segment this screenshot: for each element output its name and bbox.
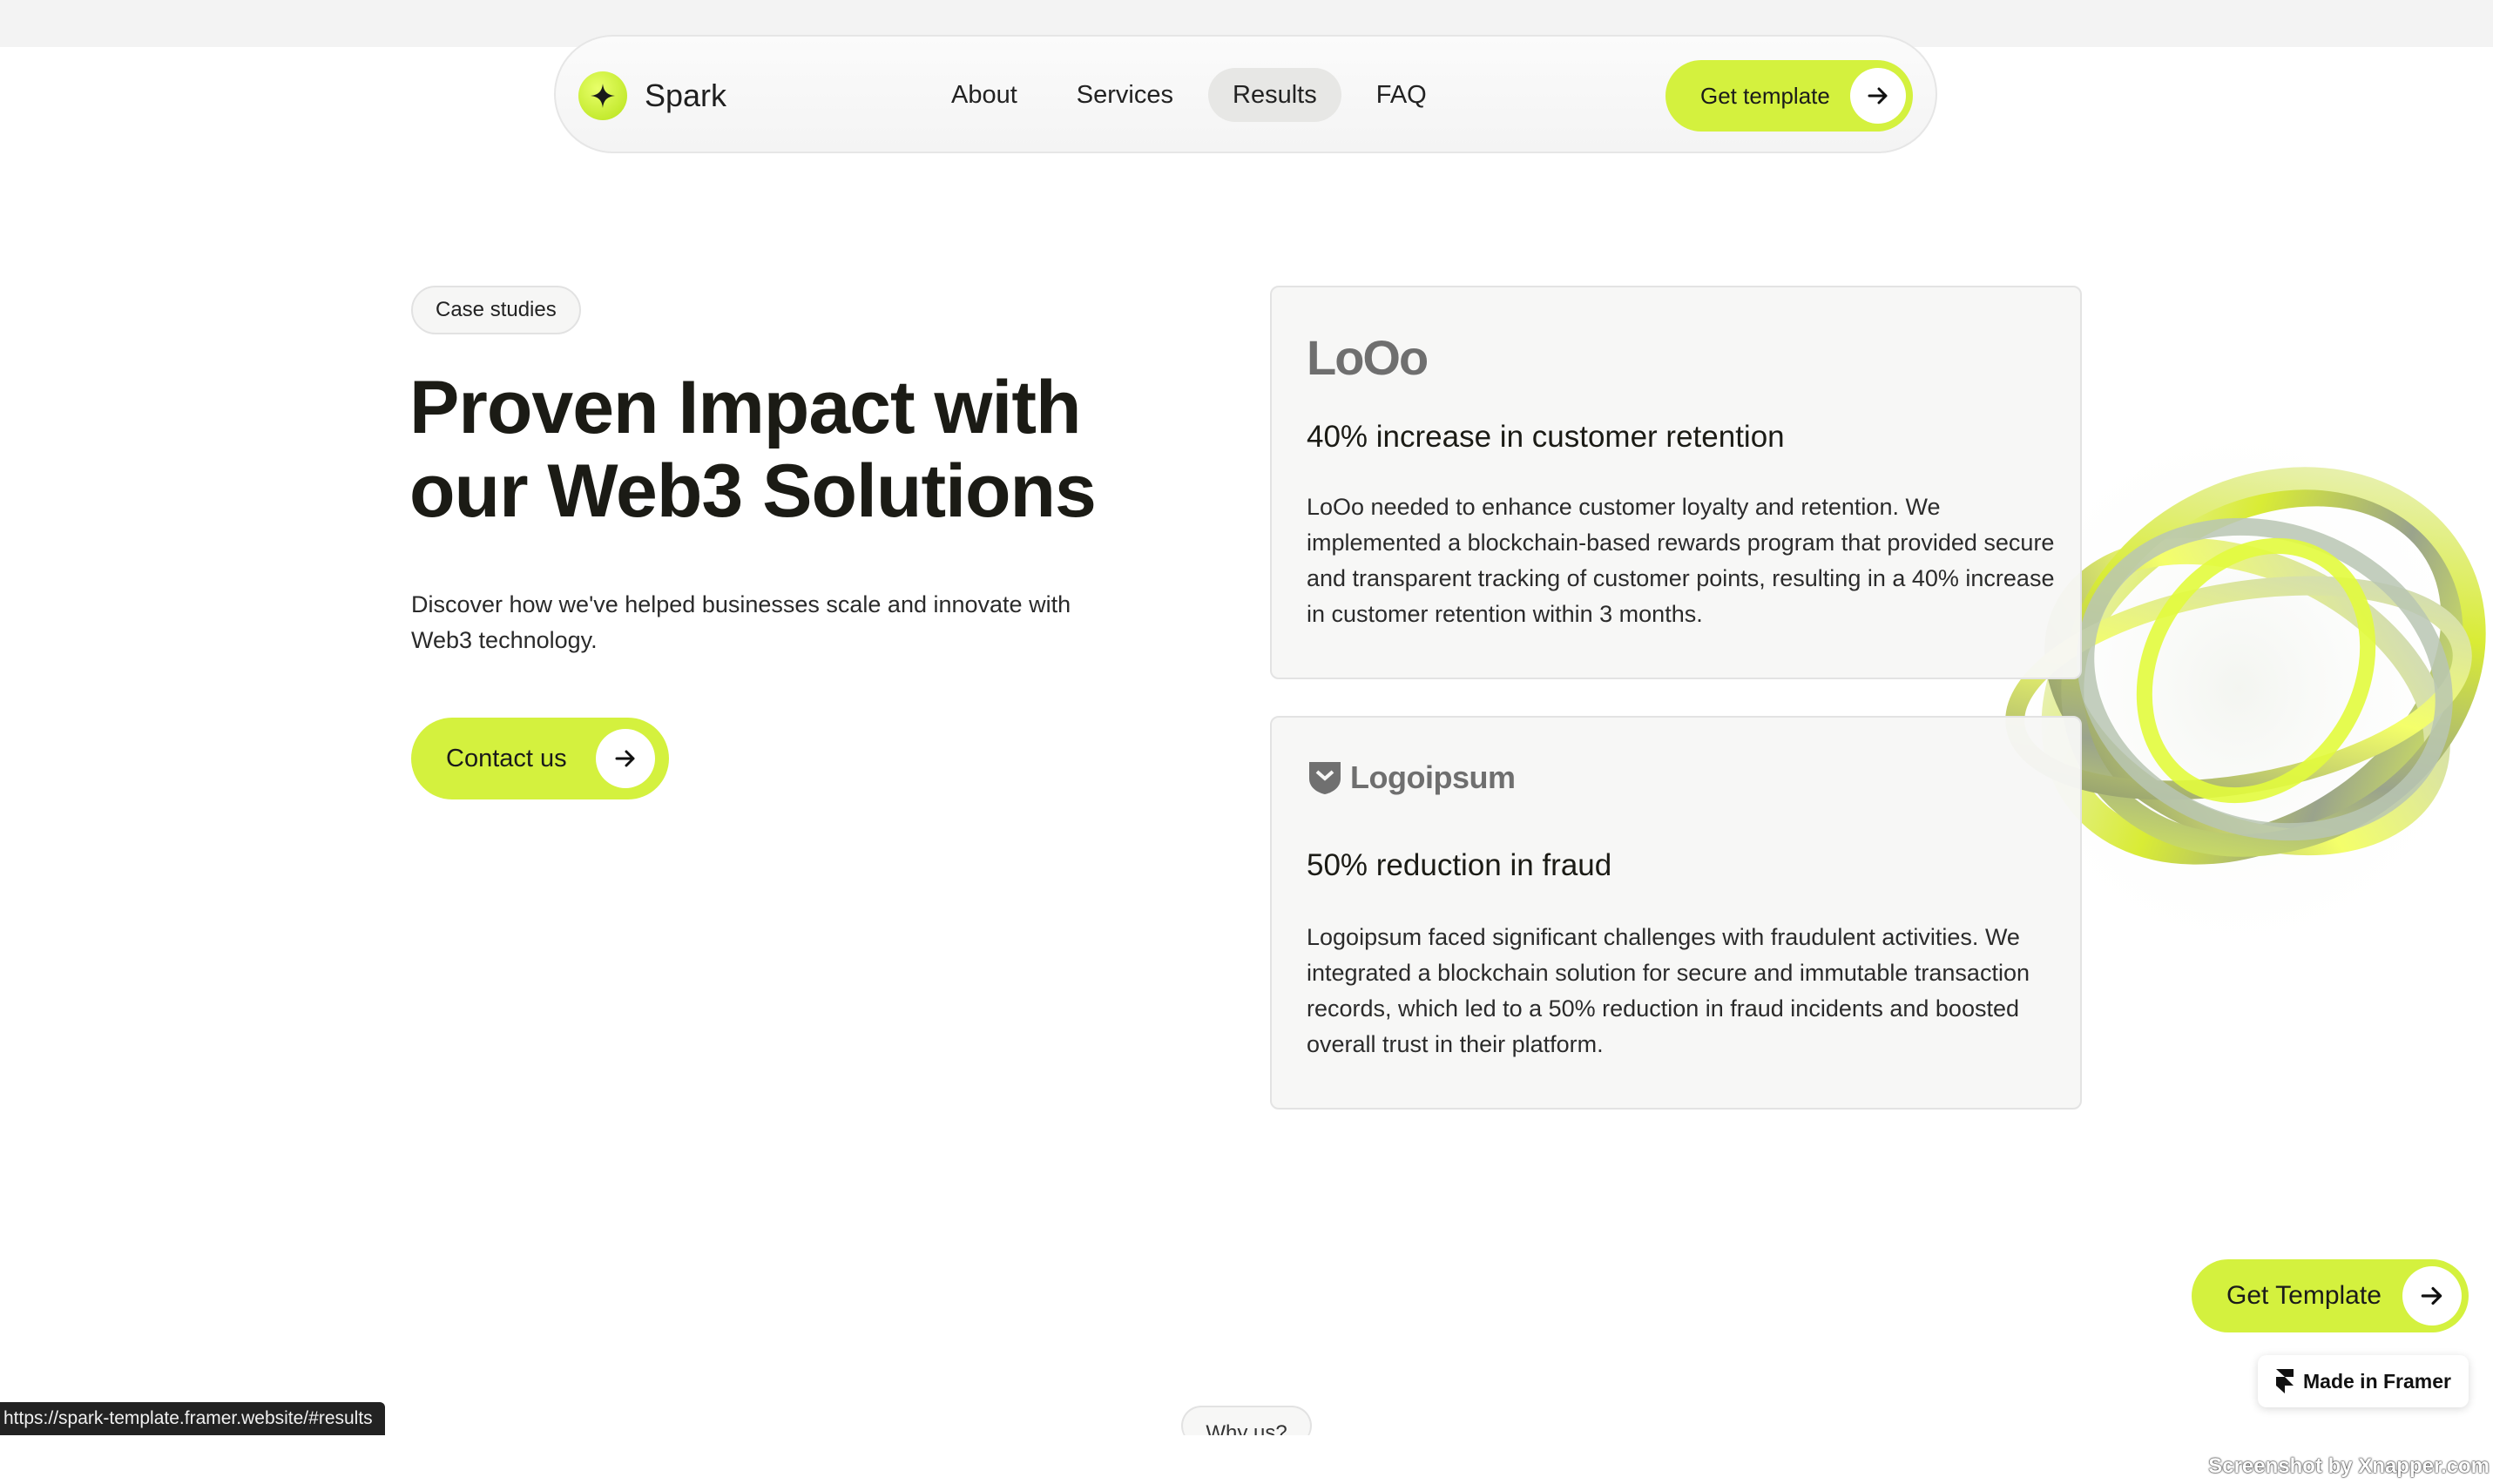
watermark-text: Screenshot by Xnapper.com — [2208, 1454, 2490, 1478]
looo-logo: LoOo — [1307, 329, 1429, 386]
sparkle-icon — [578, 71, 627, 120]
brand-name: Spark — [645, 78, 727, 113]
nav-link-results[interactable]: Results — [1208, 68, 1341, 122]
nav-link-services[interactable]: Services — [1052, 68, 1198, 122]
arrow-right-icon — [1850, 68, 1906, 124]
case-study-heading: 50% reduction in fraud — [1307, 848, 1612, 882]
case-study-body: Logoipsum faced significant challenges w… — [1307, 924, 2030, 1057]
status-bar-url: https://spark-template.framer.website/#r… — [0, 1402, 385, 1435]
nav-links: About Services Results FAQ — [927, 68, 1462, 122]
main-navbar: Spark About Services Results FAQ Get tem… — [554, 35, 1937, 153]
page-title-line-2: our Web3 Solutions — [409, 449, 1097, 533]
case-studies-tag: Case studies — [411, 286, 581, 334]
page-title: Proven Impact with our Web3 Solutions — [409, 366, 1159, 533]
contact-us-label: Contact us — [446, 744, 567, 772]
get-template-nav-label: Get template — [1700, 82, 1830, 109]
shield-logo-icon — [1309, 762, 1341, 794]
arrow-right-icon — [2402, 1266, 2462, 1325]
nav-link-faq[interactable]: FAQ — [1352, 68, 1451, 122]
case-study-card-looo: LoOo 40% increase in customer retention … — [1270, 286, 2082, 679]
logoipsum-logo: Logoipsum — [1307, 759, 1516, 796]
get-template-floating-label: Get Template — [2226, 1281, 2382, 1310]
case-study-heading: 40% increase in customer retention — [1307, 420, 1785, 454]
arrow-right-icon — [596, 729, 655, 788]
get-template-floating-button[interactable]: Get Template — [2192, 1259, 2469, 1332]
made-in-framer-badge[interactable]: Made in Framer — [2258, 1355, 2469, 1407]
framer-logo-icon — [2276, 1369, 2294, 1393]
hero-description: Discover how we've helped businesses sca… — [411, 591, 1071, 653]
nav-link-about[interactable]: About — [927, 68, 1042, 122]
brand-logo-link[interactable]: Spark — [578, 70, 726, 122]
logoipsum-logo-text: Logoipsum — [1350, 759, 1516, 795]
case-study-card-logoipsum: Logoipsum 50% reduction in fraud Logoips… — [1270, 716, 2082, 1110]
made-in-framer-label: Made in Framer — [2303, 1369, 2451, 1393]
bottom-band — [0, 1435, 2493, 1484]
page-title-line-1: Proven Impact with — [409, 366, 1082, 449]
get-template-nav-button[interactable]: Get template — [1665, 60, 1913, 132]
contact-us-button[interactable]: Contact us — [411, 718, 669, 799]
looo-logo-text: LoOo — [1307, 330, 1429, 385]
case-study-body: LoOo needed to enhance customer loyalty … — [1307, 494, 2055, 627]
